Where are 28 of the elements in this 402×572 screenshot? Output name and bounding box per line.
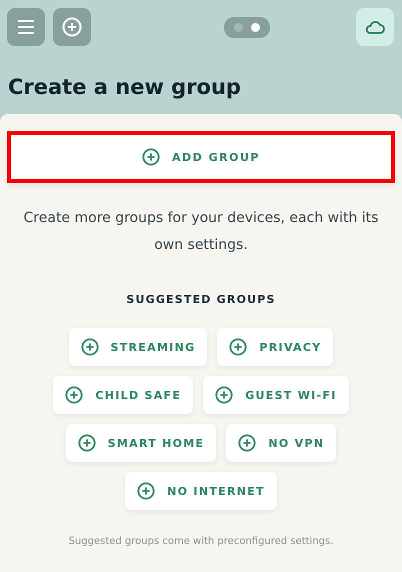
suggested-group-chip[interactable]: CHILD SAFE — [53, 376, 194, 414]
plus-circle-icon — [238, 434, 256, 452]
plus-circle-icon — [62, 17, 82, 37]
plus-circle-icon — [78, 434, 96, 452]
plus-circle-icon — [142, 148, 160, 166]
page-title: Create a new group — [8, 74, 242, 101]
plus-circle-icon — [229, 338, 248, 356]
plus-circle-icon — [65, 386, 84, 404]
suggested-group-chip[interactable]: SMART HOME — [66, 424, 216, 462]
plus-circle-icon — [80, 338, 99, 356]
page-dot[interactable] — [250, 22, 260, 32]
description-text: Create more groups for your devices, each with its own settings. — [22, 209, 380, 255]
menu-button[interactable] — [7, 8, 45, 46]
plus-circle-icon — [215, 386, 234, 404]
page-dot[interactable] — [234, 22, 242, 32]
add-button[interactable] — [53, 8, 91, 46]
cloud-button[interactable] — [356, 8, 394, 46]
suggested-group-chip[interactable]: NO INTERNET — [125, 472, 277, 510]
menu-icon — [17, 20, 35, 34]
suggested-group-chip[interactable]: NO VPN — [226, 424, 336, 462]
footnote-text: Suggested groups come with preconfigured settings. — [68, 536, 334, 547]
suggested-group-chip[interactable]: STREAMING — [68, 328, 208, 366]
suggested-group-chip[interactable]: PRIVACY — [217, 328, 334, 366]
plus-circle-icon — [137, 482, 156, 500]
cloud-icon — [365, 19, 385, 35]
suggested-group-chip[interactable]: GUEST WI-FI — [203, 376, 349, 414]
add-group-button[interactable]: ADD GROUP — [7, 131, 395, 183]
section-heading: SUGGESTED GROUPS — [126, 293, 276, 306]
